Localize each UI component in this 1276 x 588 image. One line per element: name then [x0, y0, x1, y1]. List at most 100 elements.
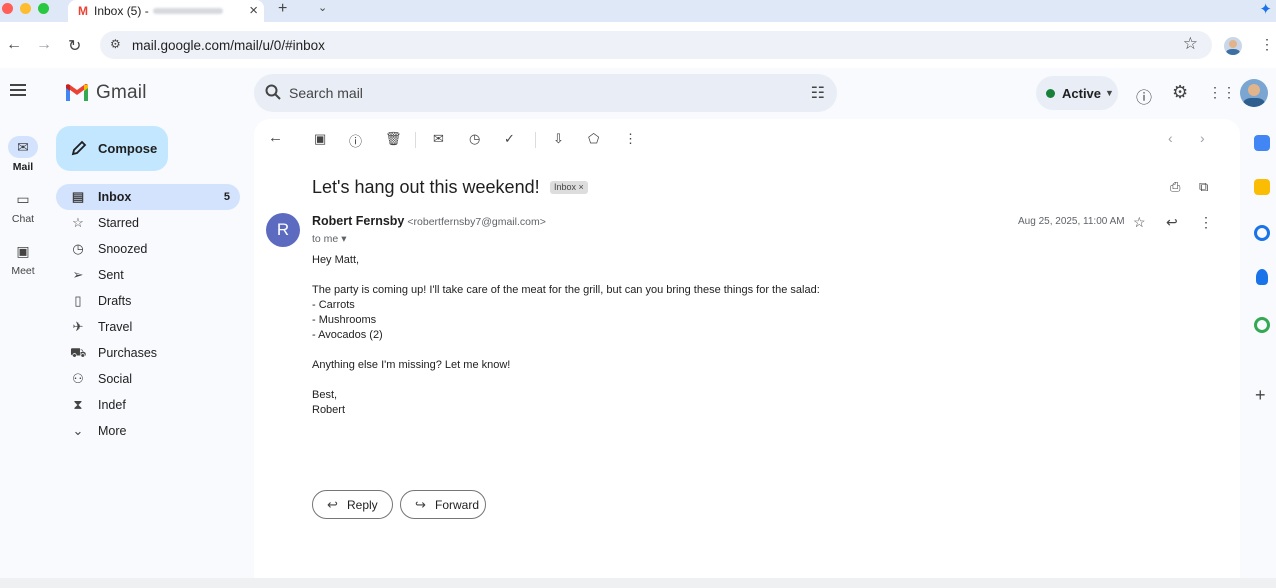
chrome-menu-icon[interactable]: ⋮	[1260, 36, 1274, 53]
reload-icon[interactable]: ↻	[68, 36, 81, 56]
print-icon[interactable]: ⎙	[1170, 179, 1180, 195]
url-bar[interactable]: ⚙ mail.google.com/mail/u/0/#inbox ☆	[100, 31, 1212, 59]
settings-gear-icon[interactable]: ⚙	[1172, 82, 1188, 103]
tab-title: Inbox (5) -	[94, 4, 149, 18]
nav-item-sent[interactable]: ➢ Sent	[56, 262, 240, 288]
add-to-tasks-icon[interactable]: ✓	[504, 131, 515, 147]
nav-item-purchases[interactable]: ⛟ Purchases	[56, 340, 240, 366]
newer-chevron-icon[interactable]: ‹	[1168, 130, 1173, 146]
main-menu-icon[interactable]	[10, 84, 26, 96]
sender-name[interactable]: Robert Fernsby <robertfernsby7@gmail.com>	[312, 214, 546, 228]
inbox-label-chip[interactable]: Inbox ×	[550, 181, 588, 194]
chrome-profile-avatar[interactable]	[1224, 37, 1242, 55]
bookmark-star-icon[interactable]: ☆	[1183, 34, 1198, 54]
snooze-icon[interactable]: ◷	[469, 131, 480, 147]
nav-item-drafts[interactable]: ▯ Drafts	[56, 288, 240, 314]
bottom-edge	[0, 578, 1276, 588]
chat-icon: ▭	[16, 191, 30, 207]
plane-icon: ✈	[72, 319, 84, 334]
star-icon[interactable]: ☆	[1133, 214, 1146, 231]
rail-item-chat[interactable]: ▭ Chat	[0, 188, 46, 225]
keep-icon[interactable]	[1254, 179, 1270, 195]
gmail-logo[interactable]: Gmail	[64, 82, 147, 104]
voice-icon[interactable]	[1254, 317, 1270, 333]
forward-icon: ↪	[415, 497, 426, 512]
toolbar-divider	[535, 132, 536, 148]
site-info-icon[interactable]: ⚙	[110, 37, 121, 51]
message-date: Aug 25, 2025, 11:00 AM	[1018, 216, 1125, 227]
gmail-favicon-icon: M	[78, 4, 88, 18]
browser-tab-inbox[interactable]: M Inbox (5) - ×	[68, 0, 264, 22]
new-tab-button[interactable]: +	[278, 0, 287, 18]
browser-address-bar: ← → ↻ ⚙ mail.google.com/mail/u/0/#inbox …	[0, 22, 1276, 68]
people-icon: ⚇	[72, 371, 84, 386]
folder-nav: ▤ Inbox 5 ☆ Starred ◷ Snoozed ➢ Sent ▯ D…	[56, 184, 240, 444]
toolbar-divider	[415, 132, 416, 148]
compose-button[interactable]: Compose	[56, 126, 168, 171]
url-text: mail.google.com/mail/u/0/#inbox	[132, 37, 325, 53]
recipient-details[interactable]: to me ▾	[312, 233, 346, 245]
rail-item-mail[interactable]: ✉ Mail	[0, 136, 46, 173]
search-bar[interactable]: Search mail ☷	[254, 74, 837, 112]
calendar-icon[interactable]	[1254, 135, 1270, 151]
hourglass-icon: ⧗	[73, 397, 83, 412]
open-new-window-icon[interactable]: ⧉	[1199, 179, 1208, 195]
more-vert-icon[interactable]: ⋮	[1199, 214, 1213, 231]
nav-item-travel[interactable]: ✈ Travel	[56, 314, 240, 340]
forward-button[interactable]: ↪ Forward	[400, 490, 486, 519]
search-icon[interactable]	[264, 83, 282, 101]
more-options-icon[interactable]: ⋮	[624, 131, 637, 147]
close-icon[interactable]: ×	[249, 2, 258, 19]
inbox-icon: ▤	[71, 189, 85, 204]
side-panel-rail: +	[1248, 119, 1276, 588]
nav-item-social[interactable]: ⚇ Social	[56, 366, 240, 392]
status-selector[interactable]: Active ▼	[1036, 76, 1118, 110]
cart-icon: ⛟	[70, 345, 87, 360]
report-spam-icon[interactable]: ⓘ	[349, 131, 362, 150]
move-to-icon[interactable]: ⇩	[553, 131, 564, 147]
archive-icon[interactable]: ▣	[314, 131, 326, 147]
gemini-sparkle-icon[interactable]: ✦	[1259, 0, 1272, 18]
tab-title-redacted	[152, 8, 223, 14]
older-chevron-icon[interactable]: ›	[1200, 130, 1205, 146]
remove-label-icon[interactable]: ×	[579, 182, 584, 192]
star-icon: ☆	[72, 215, 84, 230]
clock-icon: ◷	[72, 241, 84, 256]
browser-tab-bar: M Inbox (5) - × + ⌄ ✦	[0, 0, 1276, 22]
sender-avatar[interactable]: R	[266, 213, 300, 247]
status-dot	[1046, 89, 1055, 98]
reply-button[interactable]: ↩ Reply	[312, 490, 393, 519]
search-input[interactable]: Search mail	[289, 85, 363, 101]
chevron-down-icon: ⌄	[72, 423, 84, 438]
tab-search-chevron-icon[interactable]: ⌄	[318, 1, 327, 14]
contacts-icon[interactable]	[1256, 269, 1268, 285]
nav-item-starred[interactable]: ☆ Starred	[56, 210, 240, 236]
gmail-m-icon	[66, 84, 88, 101]
add-addon-icon[interactable]: +	[1255, 385, 1266, 406]
rail-item-meet[interactable]: ▣ Meet	[0, 240, 46, 277]
window-minimize-button[interactable]	[20, 3, 31, 14]
message-subject: Let's hang out this weekend!	[312, 177, 540, 197]
window-close-button[interactable]	[2, 3, 13, 14]
nav-item-indef[interactable]: ⧗ Indef	[56, 392, 240, 418]
help-icon[interactable]: ⓘ	[1136, 84, 1152, 108]
nav-item-snoozed[interactable]: ◷ Snoozed	[56, 236, 240, 262]
back-arrow-icon[interactable]: ←	[6, 36, 22, 54]
nav-item-inbox[interactable]: ▤ Inbox 5	[56, 184, 240, 210]
mark-unread-icon[interactable]: ✉	[433, 131, 444, 147]
tasks-icon[interactable]	[1254, 225, 1270, 241]
account-avatar[interactable]	[1240, 79, 1268, 107]
message-view: ← ▣ ⓘ 🗑︎ ✉ ◷ ✓ ⇩ ⬠ ⋮ ‹ › Let's hang out …	[254, 119, 1240, 588]
reply-icon[interactable]: ↩	[1166, 214, 1178, 231]
send-icon: ➢	[72, 267, 84, 282]
search-options-icon[interactable]: ☷	[811, 83, 825, 103]
window-zoom-button[interactable]	[38, 3, 49, 14]
back-to-inbox-icon[interactable]: ←	[268, 129, 283, 146]
nav-item-more[interactable]: ⌄ More	[56, 418, 240, 444]
label-icon[interactable]: ⬠	[588, 131, 599, 147]
app-rail: ✉ Mail ▭ Chat ▣ Meet	[0, 68, 46, 588]
pencil-icon	[71, 140, 87, 156]
forward-arrow-icon[interactable]: →	[36, 36, 52, 54]
delete-icon[interactable]: 🗑︎	[385, 131, 402, 147]
video-icon: ▣	[16, 243, 30, 259]
